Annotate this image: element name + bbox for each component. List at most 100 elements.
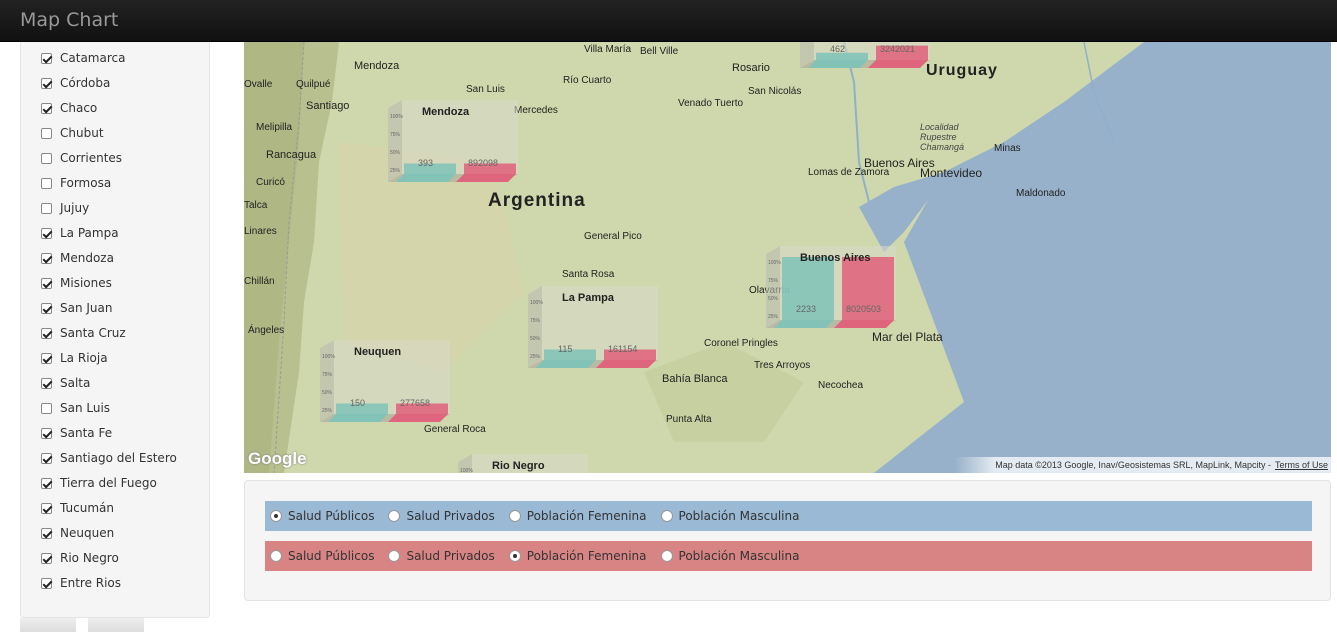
province-chart[interactable]: 100% 75% 50% 25% Buenos Aires 2233 8020503 <box>766 246 906 332</box>
province-label: Formosa <box>60 176 112 190</box>
chart-value-female: 8020503 <box>846 304 882 314</box>
province-checkbox[interactable] <box>41 77 52 89</box>
province-checkbox-row[interactable]: Santa Cruz <box>41 324 126 342</box>
radio-option[interactable]: Salud Privados <box>388 549 495 563</box>
radio-label: Salud Públicos <box>288 509 375 523</box>
province-checkbox[interactable] <box>41 452 52 464</box>
radio-button[interactable] <box>508 510 521 522</box>
google-logo: Google <box>248 449 307 468</box>
province-checkbox[interactable] <box>41 477 52 489</box>
province-checkbox-row[interactable]: Mendoza <box>41 249 114 267</box>
chart-province-title: Mendoza <box>422 106 470 118</box>
province-checkbox-row[interactable]: La Rioja <box>41 349 108 367</box>
province-checkbox[interactable] <box>41 177 52 189</box>
city-label: Chillán <box>244 276 275 287</box>
radio-option[interactable]: Salud Públicos <box>270 549 374 563</box>
chart-value-public: 393 <box>418 158 434 168</box>
province-checkbox-row[interactable]: Corrientes <box>41 149 122 167</box>
city-label: Tres Arroyos <box>754 360 811 371</box>
radio-option[interactable]: Población Femenina <box>508 509 647 523</box>
province-checkbox-row[interactable]: Córdoba <box>41 74 110 92</box>
province-checkbox[interactable] <box>41 402 52 414</box>
chart-axis-tick: 75% <box>390 132 401 138</box>
chart-value-public: 115 <box>558 344 573 354</box>
province-checkbox[interactable] <box>41 527 52 539</box>
province-checkbox-row[interactable]: Jujuy <box>41 199 89 217</box>
radio-button[interactable] <box>388 510 401 522</box>
province-checkbox[interactable] <box>41 352 52 364</box>
bar-public-base <box>396 174 456 182</box>
province-checkbox-row[interactable]: San Luis <box>41 399 110 417</box>
province-checkbox-row[interactable]: Santa Fe <box>41 424 112 442</box>
province-checkbox-row[interactable]: Chubut <box>41 124 104 142</box>
city-label: Ovalle <box>244 79 273 90</box>
radio-label: Población Femenina <box>526 509 647 523</box>
radio-option[interactable]: Población Masculina <box>660 549 800 563</box>
province-checkbox-row[interactable]: Entre Rios <box>41 574 121 592</box>
province-checkbox[interactable] <box>41 102 52 114</box>
radio-option[interactable]: Población Femenina <box>508 549 647 563</box>
province-checkbox[interactable] <box>41 152 52 164</box>
province-checkbox[interactable] <box>41 52 52 64</box>
province-checkbox-row[interactable]: Tierra del Fuego <box>41 474 157 492</box>
province-chart[interactable]: 100% 75% 50% 25% Neuquen 150 277658 <box>320 340 460 426</box>
province-checkbox[interactable] <box>41 327 52 339</box>
map-view[interactable]: Argentina Uruguay Mendoza Santiago San Lui… <box>244 42 1331 473</box>
app-title[interactable]: Map Chart <box>20 9 118 31</box>
province-chart[interactable]: 100% 75% 50% 25% Mendoza 393 892098 <box>388 100 528 186</box>
radio-button[interactable] <box>388 550 401 562</box>
chart-value-female: 161154 <box>608 344 638 354</box>
city-label: Venado Tuerto <box>678 98 744 109</box>
province-checkbox[interactable] <box>41 502 52 514</box>
province-checkbox-row[interactable]: Formosa <box>41 174 111 192</box>
province-checkbox-row[interactable]: Tucumán <box>41 499 114 517</box>
bar-public-base <box>328 414 388 422</box>
province-label: Mendoza <box>60 251 114 265</box>
province-checkbox[interactable] <box>41 227 52 239</box>
chart-province-title: Buenos Aires <box>800 252 871 264</box>
radio-button[interactable] <box>508 550 521 562</box>
radio-option[interactable]: Salud Privados <box>388 509 495 523</box>
province-checkbox[interactable] <box>41 252 52 264</box>
terms-link[interactable]: Terms of Use <box>1275 460 1328 470</box>
province-checkbox-row[interactable]: Chaco <box>41 99 97 117</box>
province-label: Santiago del Estero <box>60 451 177 465</box>
province-chart[interactable]: 100%75%50%25%Rio Negro <box>458 454 598 473</box>
province-chart[interactable]: 100% 75% 50% 25% La Pampa 115 161154 <box>528 286 668 372</box>
province-checkbox[interactable] <box>41 377 52 389</box>
region-label: Localidad Rupestre Chamangá <box>920 122 965 152</box>
province-checkbox-row[interactable]: La Pampa <box>41 224 119 242</box>
province-checkbox-row[interactable]: Neuquen <box>41 524 114 542</box>
ghost-bar <box>20 618 76 632</box>
city-label: Talca <box>244 200 268 211</box>
navbar: Map Chart <box>0 0 1337 42</box>
province-checkbox-row[interactable]: Misiones <box>41 274 112 292</box>
radio-button[interactable] <box>270 550 282 562</box>
province-checkbox[interactable] <box>41 427 52 439</box>
chart-axis-tick: 75% <box>530 318 541 324</box>
province-checkbox[interactable] <box>41 202 52 214</box>
province-chart[interactable]: 462 3242021 <box>800 42 940 72</box>
radio-label: Salud Públicos <box>288 549 375 563</box>
province-checkbox[interactable] <box>41 127 52 139</box>
province-checkbox[interactable] <box>41 302 52 314</box>
radio-label: Población Masculina <box>678 549 800 563</box>
province-checkbox-row[interactable]: Catamarca <box>41 49 125 67</box>
radio-option[interactable]: Salud Públicos <box>270 509 374 523</box>
province-checkbox-row[interactable]: San Juan <box>41 299 113 317</box>
radio-option[interactable]: Población Masculina <box>660 509 799 523</box>
bar-female-base <box>596 360 656 368</box>
province-checkbox[interactable] <box>41 552 52 564</box>
province-checkbox[interactable] <box>41 277 52 289</box>
radio-button[interactable] <box>660 550 673 562</box>
province-label: Córdoba <box>60 76 111 90</box>
province-checkbox-row[interactable]: Rio Negro <box>41 549 119 567</box>
province-checkbox-row[interactable]: Santiago del Estero <box>41 449 177 467</box>
radio-button[interactable] <box>660 510 673 522</box>
province-checkbox[interactable] <box>41 577 52 589</box>
chart-axis-tick: 100% <box>768 260 781 266</box>
province-label: Chaco <box>60 101 98 115</box>
province-label: La Rioja <box>60 351 108 365</box>
province-checkbox-row[interactable]: Salta <box>41 374 90 392</box>
radio-button[interactable] <box>270 510 282 522</box>
